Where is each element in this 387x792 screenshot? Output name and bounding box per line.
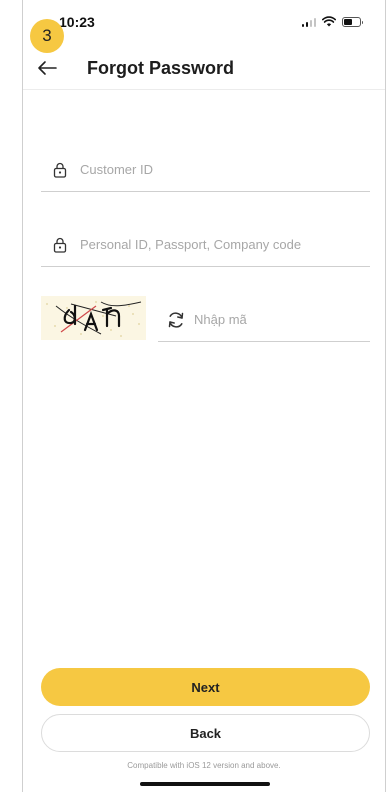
status-bar: 10:23: [23, 0, 385, 40]
frame-border-right: [385, 0, 386, 792]
customer-id-field[interactable]: [41, 148, 370, 192]
header-divider: [23, 89, 385, 90]
customer-id-input[interactable]: [80, 162, 370, 177]
lock-icon: [53, 237, 67, 253]
captcha-image: [41, 296, 146, 340]
page-title: Forgot Password: [87, 58, 235, 78]
captcha-input[interactable]: [194, 312, 370, 327]
status-icons: [301, 16, 363, 27]
frame-border-left: [22, 0, 23, 792]
forgot-password-screen: 10:23 3 Forgot Password Customer ID Pers…: [0, 0, 387, 792]
captcha-field[interactable]: [158, 298, 370, 342]
personal-id-field[interactable]: [41, 223, 370, 267]
lock-icon: [53, 162, 67, 178]
status-time: 10:23: [59, 14, 95, 30]
arrow-left-icon[interactable]: [35, 56, 59, 80]
captcha-graphic: [41, 296, 146, 340]
wifi-icon: [322, 16, 336, 27]
refresh-icon[interactable]: [166, 310, 186, 330]
next-button[interactable]: Next: [41, 668, 370, 706]
cellular-signal-icon: [301, 17, 316, 27]
compatibility-note: Compatible with iOS 12 version and above…: [127, 761, 281, 770]
battery-icon: [342, 16, 363, 27]
home-indicator[interactable]: [140, 782, 270, 786]
personal-id-input[interactable]: [80, 237, 370, 252]
back-button[interactable]: Back: [41, 714, 370, 752]
battery-level: [344, 18, 353, 25]
header: Forgot Password: [23, 48, 385, 88]
